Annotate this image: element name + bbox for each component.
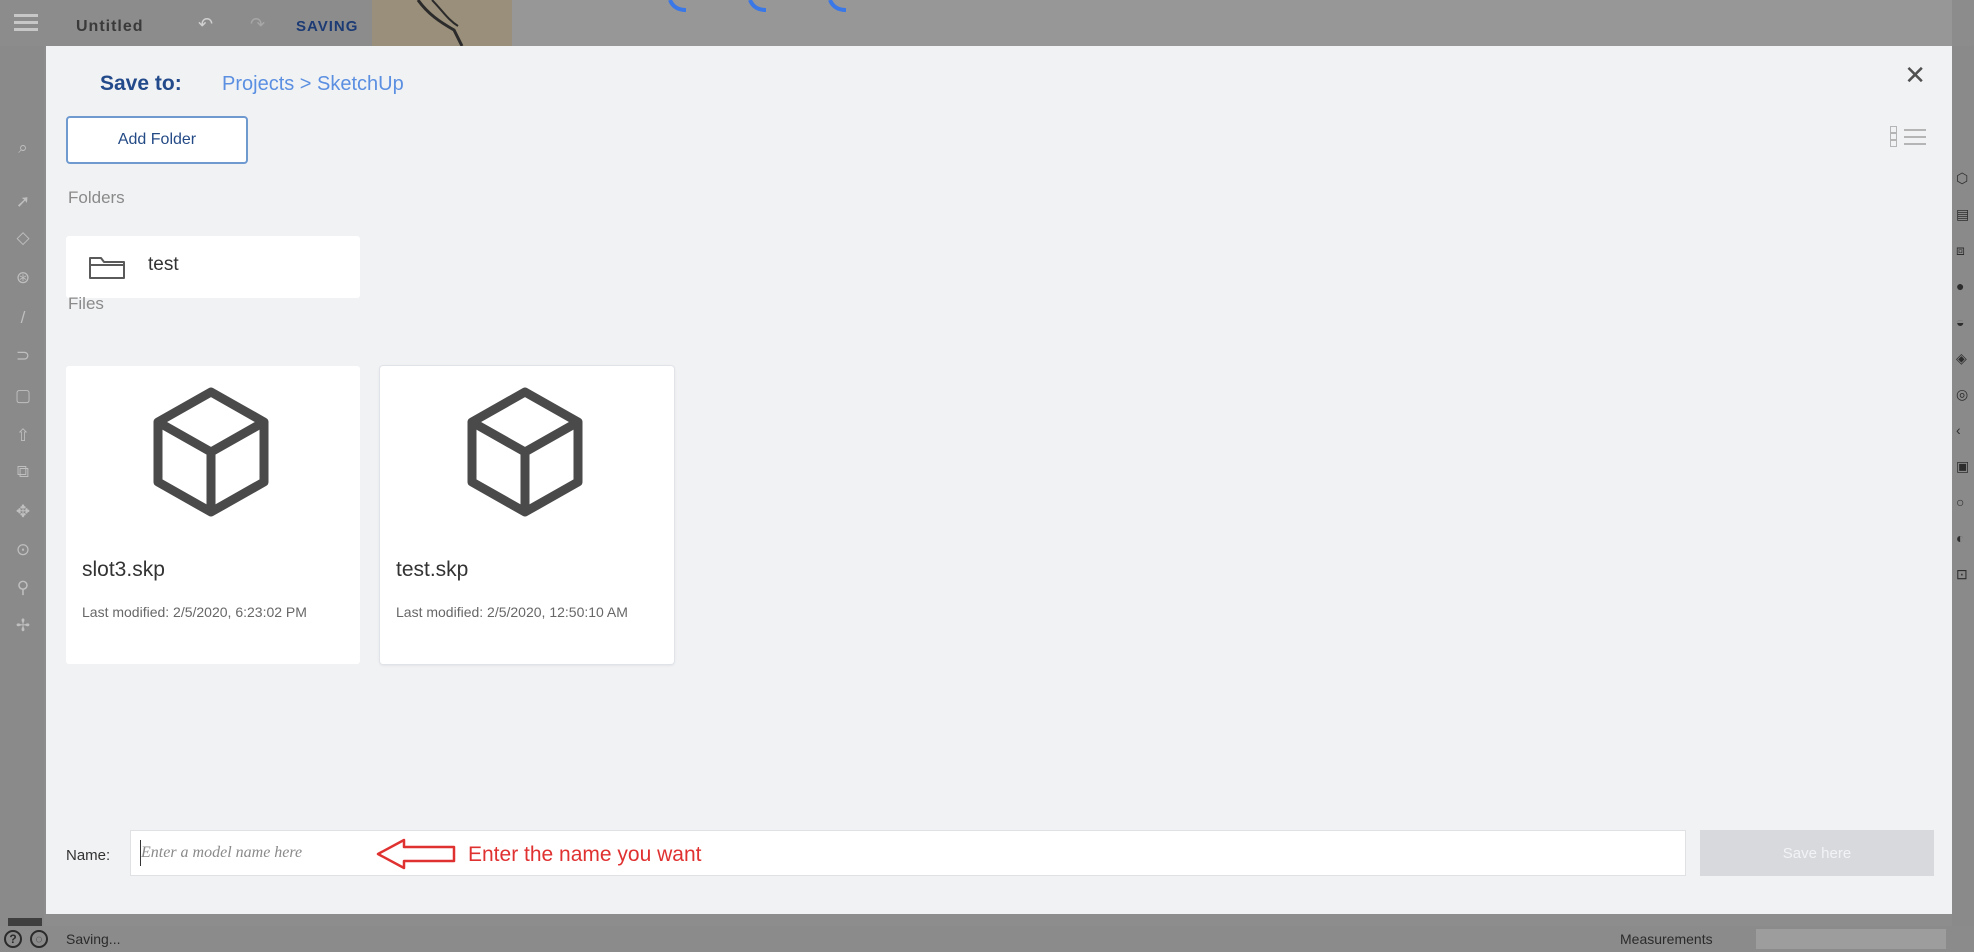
rectangle-tool-icon[interactable]: ▢: [13, 386, 33, 406]
save-here-button[interactable]: Save here: [1700, 830, 1934, 876]
move-tool-icon[interactable]: ✥: [13, 502, 33, 522]
shadows-icon[interactable]: ○: [1956, 494, 1972, 510]
hamburger-menu-icon[interactable]: [14, 14, 38, 32]
close-icon[interactable]: ✕: [1904, 60, 1926, 91]
file-modified: Last modified: 2/5/2020, 6:23:02 PM: [82, 604, 307, 620]
cube-icon: [467, 387, 583, 517]
search-icon[interactable]: ⌕: [13, 138, 33, 158]
folders-heading: Folders: [68, 188, 125, 207]
list-view-icon[interactable]: [1890, 124, 1926, 158]
walk-tool-icon[interactable]: ⚲: [13, 578, 33, 598]
help-icon[interactable]: ?: [4, 930, 22, 948]
pushpull-tool-icon[interactable]: ⇧: [13, 426, 33, 446]
files-heading: Files: [68, 294, 104, 313]
extensions-icon[interactable]: ⊡: [1956, 566, 1972, 582]
canvas-drawing: [372, 0, 512, 46]
file-card-test[interactable]: test.skp Last modified: 2/5/2020, 12:50:…: [380, 366, 674, 664]
offset-tool-icon[interactable]: ⧉: [13, 462, 33, 482]
solar-icon[interactable]: ◐: [1956, 530, 1972, 546]
model-title[interactable]: Untitled: [76, 18, 144, 36]
eraser-tool-icon[interactable]: ◇: [13, 228, 33, 248]
text-caret: [140, 840, 141, 866]
right-toolbar: ⬡ ▤ ⧈ ● ◒ ◈ ◎ ‹ ▣ ○ ◐ ⊡: [1952, 46, 1974, 926]
breadcrumb[interactable]: Projects > SketchUp: [222, 73, 404, 96]
orbit-tool-icon[interactable]: ⊙: [13, 540, 33, 560]
layers-icon[interactable]: ◈: [1956, 350, 1972, 366]
save-to-label: Save to:: [100, 72, 182, 95]
cube-icon: [153, 387, 269, 517]
folder-card-test[interactable]: test: [66, 236, 360, 298]
status-text: Saving...: [66, 931, 121, 947]
pan-tool-icon[interactable]: ✢: [13, 616, 33, 636]
display-icon[interactable]: ‹: [1956, 422, 1972, 438]
view-icon[interactable]: ▣: [1956, 458, 1972, 474]
scenes-icon[interactable]: ◎: [1956, 386, 1972, 402]
select-tool-icon[interactable]: ➚: [13, 192, 33, 212]
axis-marker-icon: [668, 0, 847, 12]
annotation-text: Enter the name you want: [468, 843, 702, 866]
file-modified: Last modified: 2/5/2020, 12:50:10 AM: [396, 604, 628, 620]
instructor-icon[interactable]: ▤: [1956, 206, 1972, 222]
left-toolbar: ⌕ ➚ ◇ ⊛ / ⊃ ▢ ⇧ ⧉ ✥ ⊙ ⚲ ✢: [0, 46, 44, 952]
undo-icon[interactable]: ↶: [198, 14, 213, 35]
file-card-slot3[interactable]: slot3.skp Last modified: 2/5/2020, 6:23:…: [66, 366, 360, 664]
redo-icon[interactable]: ↷: [250, 14, 265, 35]
paint-tool-icon[interactable]: ⊛: [13, 268, 33, 288]
status-bar: ? ◌ Saving... Measurements: [0, 926, 1974, 952]
folder-icon: [89, 257, 125, 279]
add-folder-button[interactable]: Add Folder: [66, 116, 248, 164]
left-arrow-icon: [376, 838, 456, 870]
components-icon[interactable]: ⧈: [1956, 242, 1972, 258]
save-dialog: Save to: Projects > SketchUp ✕ Add Folde…: [46, 46, 1952, 914]
measurements-label: Measurements: [1620, 931, 1713, 947]
folder-name: test: [148, 254, 179, 275]
pencil-tool-icon[interactable]: /: [13, 308, 33, 328]
measurements-field[interactable]: [1756, 929, 1946, 949]
materials-icon[interactable]: ●: [1956, 278, 1972, 294]
file-name: test.skp: [396, 558, 469, 581]
entity-info-icon[interactable]: ⬡: [1956, 170, 1972, 186]
model-name-input[interactable]: [130, 830, 1686, 876]
file-name: slot3.skp: [82, 558, 165, 581]
arc-tool-icon[interactable]: ⊃: [13, 346, 33, 366]
styles-icon[interactable]: ◒: [1956, 314, 1972, 330]
name-label: Name:: [66, 847, 111, 864]
saving-badge: SAVING: [296, 18, 359, 35]
globe-icon[interactable]: ◌: [30, 930, 48, 948]
app-topbar: Untitled ↶ ↷ SAVING: [0, 0, 1974, 46]
